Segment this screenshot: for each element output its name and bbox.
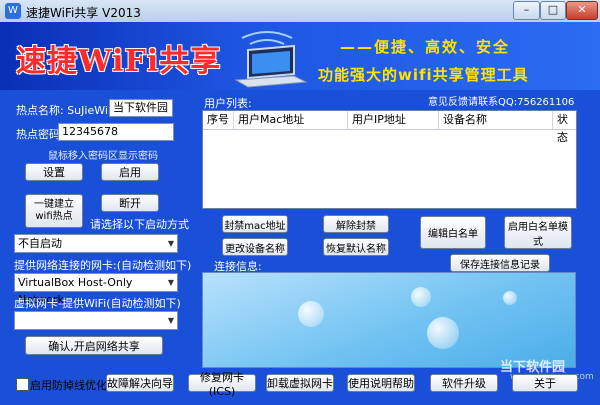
slogan-line-2: 功能强大的wifi共享管理工具 <box>318 66 529 84</box>
user-list-header: 序号 用户Mac地址 用户IP地址 设备名称 状态 <box>203 111 576 144</box>
anti-drop-label: 启用防掉线优化 <box>30 379 107 392</box>
virtual-card-label: 虚拟网卡-提供WiFi(自动检测如下) <box>14 297 181 310</box>
block-mac-button[interactable]: 封禁mac地址 <box>222 215 288 233</box>
bubble-decoration <box>427 317 459 349</box>
col-index[interactable]: 序号 <box>203 111 234 129</box>
window-title: 速捷WiFi共享 V2013 <box>26 6 141 20</box>
startup-mode-value: 不自启动 <box>18 237 62 250</box>
title-bar: W 速捷WiFi共享 V2013 – □ ✕ <box>0 0 600 23</box>
hotspot-password-input[interactable]: 12345678 <box>58 123 174 141</box>
uninstall-vnic-button[interactable]: 卸载虚拟网卡 <box>266 374 334 392</box>
one-click-hotspot-button[interactable]: 一键建立 wifi热点 <box>25 194 83 228</box>
about-button[interactable]: 关于 <box>512 374 578 392</box>
save-connection-log-button[interactable]: 保存连接信息记录 <box>450 254 550 272</box>
minimize-button[interactable]: – <box>513 1 540 20</box>
startup-mode-select[interactable]: 不自启动 ▼ <box>14 234 178 253</box>
startup-mode-label: 请选择以下启动方式 <box>90 218 189 231</box>
settings-button[interactable]: 设置 <box>25 163 83 181</box>
wifi-app-icon: W <box>5 3 21 19</box>
edit-whitelist-button[interactable]: 编辑白名单 <box>420 216 486 249</box>
col-status[interactable]: 状态 <box>553 111 576 144</box>
rename-device-button[interactable]: 更改设备名称 <box>222 238 288 256</box>
laptop-wifi-icon <box>234 31 308 88</box>
main-window: W 速捷WiFi共享 V2013 – □ ✕ 速捷WiFi共享 ——便捷、高效、… <box>0 0 600 405</box>
repair-nic-button[interactable]: 修复网卡(ICS) <box>188 371 256 398</box>
hotspot-name-input[interactable]: 当下软件园 <box>109 99 173 117</box>
user-list-title: 用户列表: <box>204 97 252 110</box>
bubble-decoration <box>298 301 324 327</box>
network-card-select[interactable]: VirtualBox Host-Only Network ▼ <box>14 273 178 306</box>
confirm-share-button[interactable]: 确认,开启网络共享 <box>25 336 163 355</box>
feedback-qq: 意见反馈请联系QQ:756261106 <box>428 97 575 108</box>
disconnect-button[interactable]: 断开 <box>101 194 159 212</box>
enable-button[interactable]: 启用 <box>101 163 159 181</box>
col-device-name[interactable]: 设备名称 <box>439 111 553 129</box>
slogan-line-1: ——便捷、高效、安全 <box>340 38 511 56</box>
upgrade-button[interactable]: 软件升级 <box>430 374 498 392</box>
fault-wizard-button[interactable]: 故障解决向导 <box>106 374 174 392</box>
virtual-card-select[interactable]: ▼ <box>14 311 178 330</box>
col-mac[interactable]: 用户Mac地址 <box>234 111 348 129</box>
hotspot-password-label: 热点密码: <box>16 128 64 141</box>
bubble-decoration <box>411 287 431 307</box>
enable-whitelist-button[interactable]: 启用白名单模式 <box>504 216 572 249</box>
maximize-button[interactable]: □ <box>540 1 566 20</box>
bubble-decoration <box>503 291 517 305</box>
help-button[interactable]: 使用说明帮助 <box>347 374 415 392</box>
chevron-down-icon: ▼ <box>167 316 174 325</box>
restore-name-button[interactable]: 恢复默认名称 <box>323 238 389 256</box>
chevron-down-icon: ▼ <box>167 278 174 287</box>
unblock-button[interactable]: 解除封禁 <box>323 215 389 233</box>
network-card-label: 提供网络连接的网卡:(自动检测如下) <box>14 259 192 272</box>
user-list-table[interactable]: 序号 用户Mac地址 用户IP地址 设备名称 状态 <box>202 110 577 209</box>
header-banner: 速捷WiFi共享 ——便捷、高效、安全 功能强大的wifi共享管理工具 <box>0 22 600 90</box>
brand-logo-text: 速捷WiFi共享 <box>16 44 222 79</box>
connection-info-area[interactable] <box>202 272 576 368</box>
anti-drop-checkbox[interactable] <box>16 378 29 391</box>
col-ip[interactable]: 用户IP地址 <box>348 111 439 129</box>
password-hint: 鼠标移入密码区显示密码 <box>48 151 158 162</box>
close-button[interactable]: ✕ <box>566 1 598 20</box>
chevron-down-icon: ▼ <box>167 239 174 248</box>
hotspot-name-label: 热点名称: SuJieWiFi- <box>16 104 121 117</box>
